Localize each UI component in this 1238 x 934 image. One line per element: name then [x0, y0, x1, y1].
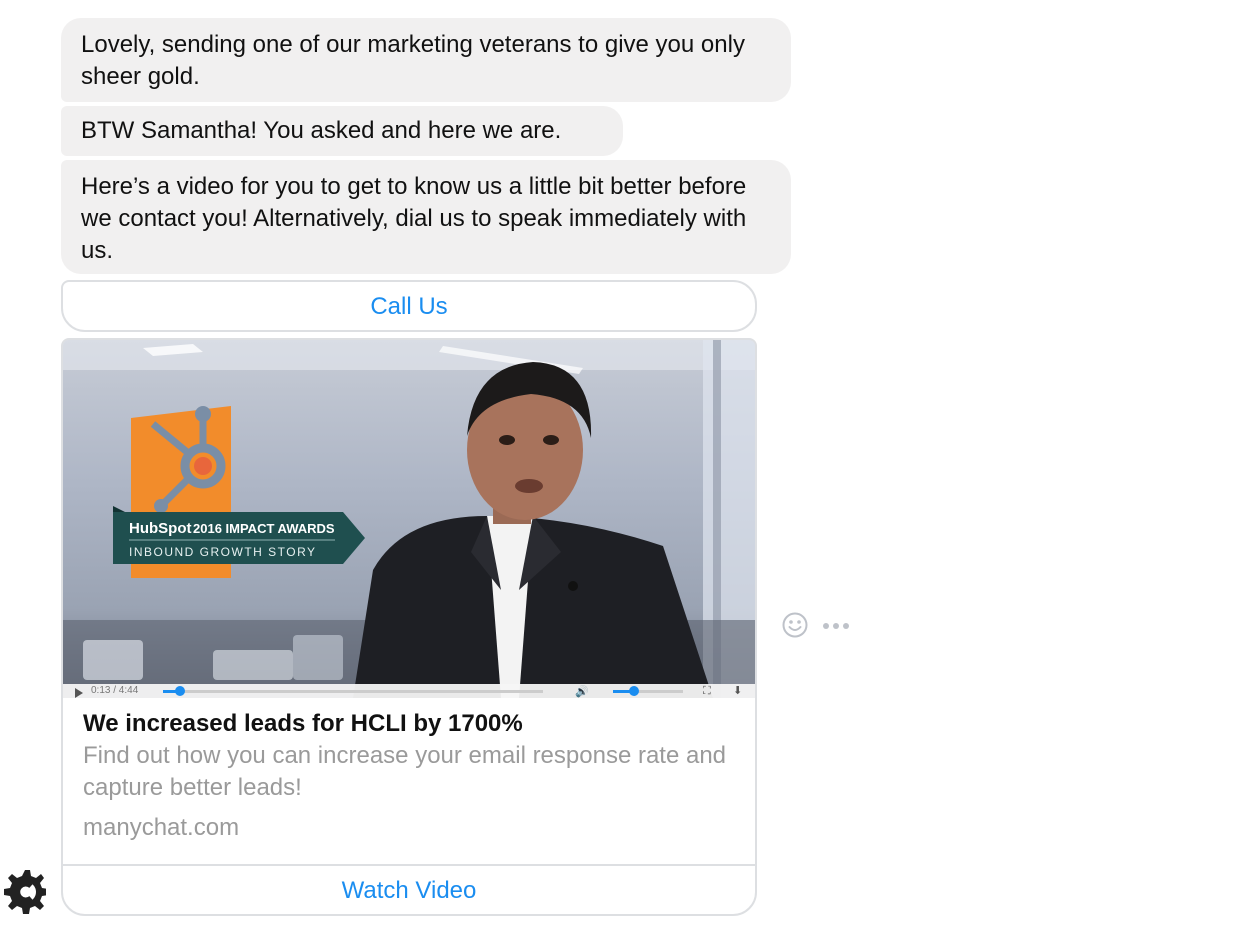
message-text: BTW Samantha! You asked and here we are. [81, 117, 562, 144]
presenter-figure [353, 362, 713, 698]
card-domain: manychat.com [83, 814, 240, 841]
ellipsis-icon[interactable] [822, 620, 850, 632]
video-player[interactable]: HubSpot 2016 IMPACT AWARDS INBOUND GROWT… [63, 340, 755, 698]
volume-bar[interactable] [613, 690, 683, 693]
video-card: HubSpot 2016 IMPACT AWARDS INBOUND GROWT… [61, 338, 757, 916]
play-icon[interactable] [75, 688, 83, 698]
message-bubble-3: Here’s a video for you to get to know us… [61, 160, 791, 274]
video-time: 0:13 / 4:44 [91, 685, 139, 696]
hubspot-brand-text: HubSpot [129, 520, 191, 537]
card-subtitle: Find out how you can increase your email… [83, 742, 727, 801]
progress-knob[interactable] [175, 686, 185, 696]
card-text: We increased leads for HCLI by 1700% Fin… [83, 708, 733, 844]
progress-bar[interactable] [163, 690, 543, 693]
smiley-icon[interactable] [782, 612, 808, 638]
volume-icon[interactable]: 🔊 [575, 686, 589, 698]
message-text: Lovely, sending one of our marketing vet… [81, 31, 745, 90]
volume-knob[interactable] [629, 686, 639, 696]
story-text: INBOUND GROWTH STORY [129, 545, 317, 559]
message-bubble-2: BTW Samantha! You asked and here we are. [61, 106, 623, 156]
watch-video-button[interactable]: Watch Video [63, 866, 755, 914]
download-icon[interactable]: ⬇ [733, 685, 742, 697]
fullscreen-icon[interactable]: ⛶ [703, 685, 711, 697]
call-us-button[interactable]: Call Us [61, 280, 757, 332]
manychat-gear-icon [4, 870, 46, 914]
award-text: 2016 IMPACT AWARDS [193, 521, 335, 536]
video-controls: 0:13 / 4:44 🔊 ⛶ ⬇ [63, 684, 755, 698]
card-title[interactable]: We increased leads for HCLI by 1700% [83, 708, 733, 740]
message-text: Here’s a video for you to get to know us… [81, 173, 747, 264]
video-thumbnail: HubSpot 2016 IMPACT AWARDS INBOUND GROWT… [63, 340, 755, 698]
message-bubble-1: Lovely, sending one of our marketing vet… [61, 18, 791, 102]
